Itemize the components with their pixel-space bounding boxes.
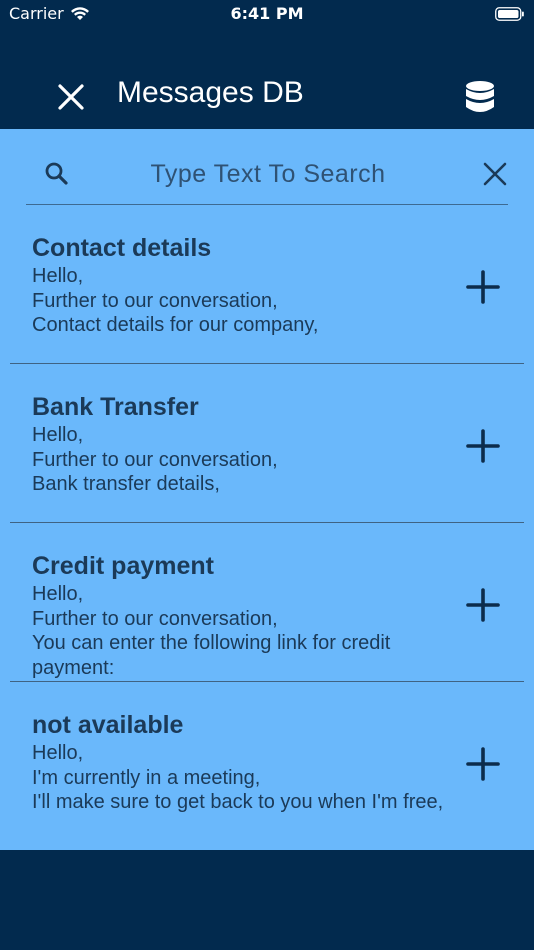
list-item[interactable]: Bank Transfer Hello, Further to our conv… xyxy=(10,364,524,523)
item-body: Hello, Further to our conversation, You … xyxy=(32,583,391,679)
database-icon xyxy=(466,81,494,112)
add-button[interactable] xyxy=(466,429,500,463)
item-title: not available xyxy=(32,711,184,739)
page-title: Messages DB xyxy=(117,76,304,109)
status-bar: Carrier 6:41 PM xyxy=(0,0,534,30)
nav-bar: Messages DB xyxy=(0,30,534,130)
clock: 6:41 PM xyxy=(230,4,304,23)
item-body: Hello, Further to our conversation, Bank… xyxy=(32,424,278,495)
add-button[interactable] xyxy=(466,588,500,622)
plus-icon xyxy=(466,429,500,463)
plus-icon xyxy=(466,747,500,781)
item-title: Contact details xyxy=(32,234,212,262)
message-list: Contact details Hello, Further to our co… xyxy=(0,205,534,840)
database-button[interactable] xyxy=(464,80,496,114)
item-title: Credit payment xyxy=(32,552,214,580)
search-button[interactable] xyxy=(44,161,70,187)
close-icon xyxy=(58,84,84,110)
close-icon xyxy=(483,162,507,186)
plus-icon xyxy=(466,588,500,622)
clear-search-button[interactable] xyxy=(482,161,508,187)
search-icon xyxy=(45,162,68,185)
search-bar xyxy=(26,129,508,205)
item-body: Hello, Further to our conversation, Cont… xyxy=(32,265,319,336)
add-button[interactable] xyxy=(466,747,500,781)
list-item[interactable]: Contact details Hello, Further to our co… xyxy=(10,205,524,364)
add-button[interactable] xyxy=(466,270,500,304)
list-item[interactable]: not available Hello, I'm currently in a … xyxy=(10,682,524,840)
plus-icon xyxy=(466,270,500,304)
search-input[interactable] xyxy=(86,155,450,193)
close-button[interactable] xyxy=(56,82,86,112)
messages-content: Contact details Hello, Further to our co… xyxy=(0,129,534,850)
item-body: Hello, I'm currently in a meeting, I'll … xyxy=(32,742,444,813)
item-title: Bank Transfer xyxy=(32,393,199,421)
battery-icon xyxy=(495,6,525,25)
list-item[interactable]: Credit payment Hello, Further to our con… xyxy=(10,523,524,682)
